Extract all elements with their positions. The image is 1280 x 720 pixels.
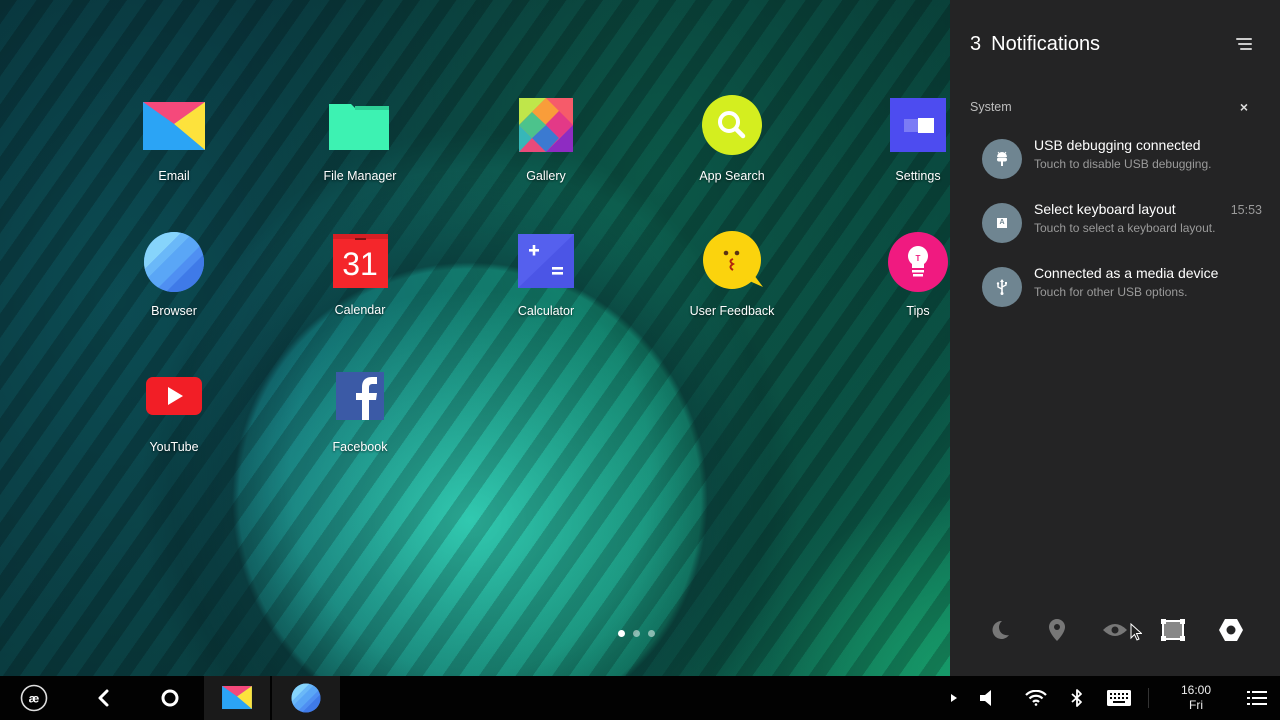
clock[interactable]: 16:00 Fri [1170, 683, 1222, 713]
notification-title: Notifications [991, 33, 1101, 55]
svg-text:T: T [916, 254, 921, 263]
settings-toggle-icon [887, 98, 949, 162]
speaker-icon [980, 690, 991, 706]
app-label: Tips [906, 304, 930, 318]
home-button[interactable] [148, 676, 192, 720]
calculator-icon [515, 234, 577, 297]
page-dot-3[interactable] [648, 630, 655, 637]
taskbar: æ 16:00 Fri [0, 676, 1280, 720]
app-gallery[interactable]: Gallery [486, 98, 606, 200]
notification-item[interactable]: Connected as a media device Touch for ot… [980, 265, 1260, 315]
gallery-icon [515, 98, 577, 162]
notification-header: 3 Notifications [970, 33, 1100, 56]
moon-icon[interactable] [984, 615, 1014, 645]
lightbulb-icon: T [887, 232, 949, 297]
app-email[interactable]: Email [114, 100, 234, 200]
notification-time: 15:53 [1230, 203, 1262, 217]
app-label: Gallery [526, 169, 566, 183]
app-label: Calculator [517, 304, 575, 318]
app-calculator[interactable]: Calculator [486, 234, 606, 335]
app-label: Settings [895, 169, 941, 183]
app-facebook[interactable]: Facebook [300, 371, 420, 471]
clear-group-button[interactable]: × [1240, 99, 1248, 115]
app-label: File Manager [323, 169, 397, 183]
wifi-button[interactable] [1020, 676, 1052, 720]
search-icon [701, 95, 763, 162]
list-icon [1247, 691, 1267, 705]
page-indicator [618, 630, 655, 637]
notification-item[interactable]: A Select keyboard layout Touch to select… [980, 201, 1262, 251]
volume-button[interactable] [972, 676, 1002, 720]
quick-settings-row [950, 605, 1280, 655]
hex-settings-icon[interactable] [1216, 615, 1246, 645]
usb-icon [982, 267, 1022, 307]
notification-panel: 3 Notifications System × USB debugging co… [950, 0, 1280, 676]
keyboard-icon: A [982, 203, 1022, 243]
app-label: Email [158, 169, 190, 183]
notification-center-button[interactable] [1240, 676, 1274, 720]
app-label: Facebook [332, 440, 388, 454]
app-file-manager[interactable]: File Manager [300, 100, 420, 200]
browser-icon [291, 683, 321, 713]
calendar-date: 31 [342, 246, 378, 282]
clock-time: 16:00 [1180, 683, 1212, 697]
notification-title: Connected as a media device [1034, 265, 1219, 281]
group-label-system: System [970, 100, 1012, 114]
keyboard-button[interactable] [1102, 676, 1136, 720]
app-label: Browser [151, 304, 197, 318]
app-youtube[interactable]: YouTube [114, 371, 234, 471]
keyboard-icon [1107, 690, 1131, 706]
location-pin-icon[interactable] [1042, 615, 1072, 645]
bluetooth-icon [1071, 689, 1082, 707]
tray-divider [1148, 688, 1149, 708]
app-label: User Feedback [689, 304, 775, 318]
calendar-icon: 31 [329, 234, 391, 296]
mouse-cursor-icon [1130, 622, 1143, 646]
browser-icon [143, 232, 205, 297]
start-menu-button[interactable]: æ [12, 676, 56, 720]
app-browser[interactable]: Browser [114, 232, 234, 335]
svg-text:æ: æ [29, 692, 40, 706]
feedback-face-icon [701, 231, 763, 297]
wifi-icon [1025, 690, 1047, 706]
app-calendar[interactable]: 31 Calendar [300, 234, 420, 335]
facebook-icon [329, 371, 391, 433]
back-arrow-icon [98, 689, 109, 707]
notification-subtitle: Touch for other USB options. [1034, 285, 1188, 299]
notification-title: USB debugging connected [1034, 137, 1201, 153]
bluetooth-button[interactable] [1064, 676, 1090, 720]
screenshot-icon[interactable] [1158, 615, 1188, 645]
desktop-wallpaper: Email File Manager Gallery App Search Se… [0, 0, 950, 676]
email-icon [222, 686, 252, 710]
app-settings[interactable]: Settings [858, 98, 950, 200]
app-label: Calendar [334, 303, 386, 317]
eye-icon[interactable] [1100, 615, 1130, 645]
notification-subtitle: Touch to select a keyboard layout. [1034, 221, 1216, 235]
youtube-icon [143, 371, 205, 433]
home-circle-icon [161, 689, 179, 707]
app-user-feedback[interactable]: User Feedback [672, 231, 792, 335]
sort-icon[interactable] [1234, 38, 1252, 52]
android-bug-icon [982, 139, 1022, 179]
folder-icon [329, 100, 391, 162]
taskbar-app-email[interactable] [204, 676, 270, 720]
tray-expand-button[interactable] [944, 676, 964, 720]
back-button[interactable] [82, 676, 126, 720]
app-app-search[interactable]: App Search [672, 95, 792, 200]
notification-count: 3 [970, 33, 982, 55]
notification-title: Select keyboard layout [1034, 201, 1176, 217]
app-label: App Search [699, 169, 765, 183]
notification-subtitle: Touch to disable USB debugging. [1034, 157, 1212, 171]
email-icon [143, 100, 205, 162]
caret-right-icon [951, 694, 957, 702]
app-tips[interactable]: T Tips [858, 232, 950, 335]
keyboard-glyph: A [997, 218, 1007, 228]
taskbar-app-browser[interactable] [272, 676, 340, 720]
page-dot-1[interactable] [618, 630, 625, 637]
remix-logo-icon: æ [20, 684, 48, 712]
app-label: YouTube [149, 440, 199, 454]
clock-day: Fri [1189, 698, 1203, 712]
notification-item[interactable]: USB debugging connected Touch to disable… [980, 137, 1260, 187]
page-dot-2[interactable] [633, 630, 640, 637]
